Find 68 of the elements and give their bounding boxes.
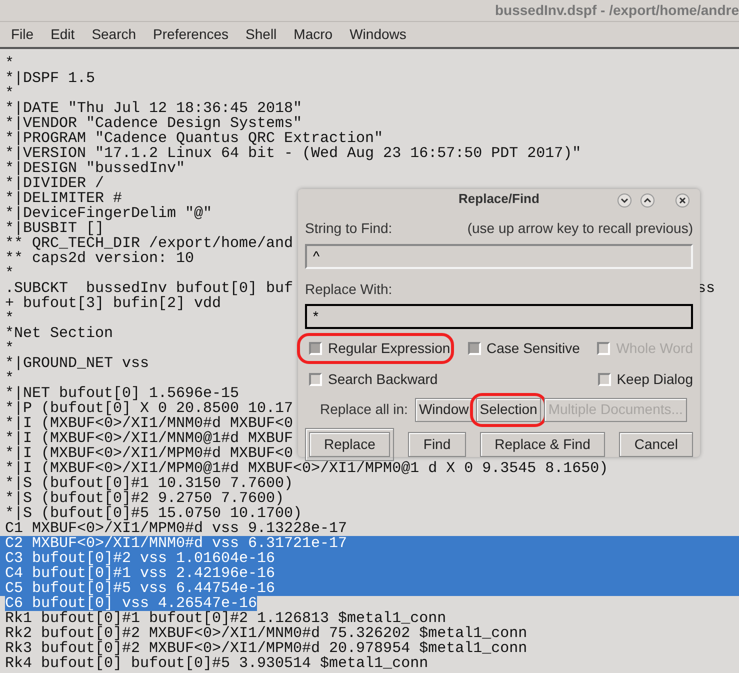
window-title: bussedInv.dspf - /export/home/andre (494, 1, 739, 20)
code-line: *|GROUND_NET vss (5, 356, 150, 371)
code-line: *|S (bufout[0]#2 9.2750 7.7600) (5, 491, 284, 506)
code-line: *|DESIGN "bussedInv" (5, 161, 186, 176)
scope-label: Replace all in: (320, 400, 408, 420)
menu-item[interactable]: Windows (350, 24, 406, 45)
code-line: *|P (bufout[0] X 0 20.8500 10.17 (5, 401, 294, 416)
close-icon[interactable] (675, 193, 690, 208)
code-line: ** QRC_TECH_DIR /export/home/and (5, 236, 294, 251)
checkbox[interactable] (598, 372, 611, 386)
code-line: *Net Section (5, 326, 114, 341)
code-line: * (5, 56, 14, 71)
minimize-icon[interactable] (617, 193, 632, 208)
dialog-title: Replace/Find (458, 190, 540, 208)
menu-item[interactable]: Edit (50, 24, 75, 45)
code-line: *|S (bufout[0]#1 10.3150 7.7600) (5, 476, 294, 491)
field-label: Replace With: (305, 280, 392, 299)
code-line: *|DIVIDER / (5, 176, 104, 191)
code-line: * (5, 266, 14, 281)
code-line: * (5, 311, 14, 326)
code-line: .SUBCKT bussedInv bufout[0] buf (5, 281, 294, 296)
code-line: *|PROGRAM "Cadence Quantus QRC Extraction" (5, 131, 384, 146)
code-line: Rk1 bufout[0]#1 bufout[0]#2 1.126813 $metal1_conn (5, 611, 446, 626)
input-field[interactable]: ^ (305, 244, 693, 268)
code-line: *|S (bufout[0]#5 15.0750 10.1700) (5, 506, 302, 521)
scope-button[interactable]: Selection (476, 398, 542, 422)
code-line: *|DeviceFingerDelim "@" (5, 206, 212, 221)
code-line: *|BUSBIT [] (5, 221, 104, 236)
menu-item[interactable]: File (11, 24, 34, 45)
code-line: + bufout[3] bufin[2] vdd (5, 296, 222, 311)
code-line: Rk3 bufout[0]#2 MXBUF<0>/XI1/MPM0#d 20.978954 $metal1_conn (5, 641, 528, 656)
menu-item[interactable]: Shell (246, 24, 277, 45)
option-checkbox[interactable]: Regular Expression (309, 338, 450, 358)
code-line: * (5, 86, 14, 101)
code-line: * (5, 371, 14, 386)
checkbox[interactable] (309, 372, 322, 386)
code-line: *|I (MXBUF<0>/XI1/MNM0#d MXBUF<0 (5, 416, 294, 431)
dialog-button[interactable]: Replace (309, 432, 390, 457)
code-line: *|I (MXBUF<0>/XI1/MNM0@1#d MXBUF (5, 431, 294, 446)
checkbox[interactable] (468, 342, 480, 354)
dialog-button[interactable]: Cancel (619, 432, 693, 457)
code-line: *|DELIMITER # (5, 191, 122, 206)
code-line: Rk4 bufout[0] bufout[0]#5 3.930514 $metal1_conn (5, 656, 428, 671)
menu-item[interactable]: Macro (294, 24, 333, 45)
code-line: * (5, 341, 14, 356)
code-line: *|NET bufout[0] 1.5696e-15 (5, 386, 240, 401)
menu-item[interactable]: Search (92, 24, 136, 45)
option-checkbox[interactable]: Keep Dialog (598, 368, 693, 390)
code-line: *|I (MXBUF<0>/XI1/MPM0@1#d MXBUF<0>/XI1/MPM0@1 d X 0 9.3545 8.1650) (5, 461, 608, 476)
scope-button[interactable]: Window (414, 398, 473, 422)
hint-text: (use up arrow key to recall previous) (467, 218, 693, 238)
code-line: ** caps2d version: 10 (5, 251, 194, 266)
code-line: C1 MXBUF<0>/XI1/MPM0#d vss 9.13228e-17 (5, 521, 348, 536)
code-line: Rk2 bufout[0]#2 MXBUF<0>/XI1/MNM0#d 75.326202 $metal1_conn (5, 626, 528, 641)
dialog-button[interactable]: Find (408, 432, 466, 457)
menu-item[interactable]: Preferences (153, 24, 229, 45)
code-line: *|DATE "Thu Jul 12 18:36:45 2018" (5, 101, 302, 116)
dialog-button[interactable]: Replace & Find (480, 432, 606, 457)
option-checkbox[interactable]: Case Sensitive (468, 338, 580, 358)
input-field[interactable]: * (305, 304, 693, 328)
code-line: *|I (MXBUF<0>/XI1/MPM0#d MXBUF<0 (5, 446, 294, 461)
maximize-icon[interactable] (640, 193, 655, 208)
option-checkbox[interactable]: Search Backward (309, 368, 438, 390)
code-line: *|DSPF 1.5 (5, 71, 96, 86)
code-line: *|VERSION "17.1.2 Linux 64 bit - (Wed Aug 23 16:57:50 PDT 2017)" (5, 146, 582, 161)
field-label: String to Find: (305, 218, 392, 238)
checkbox[interactable] (309, 342, 322, 354)
code-line: *|VENDOR "Cadence Design Systems" (5, 116, 302, 131)
